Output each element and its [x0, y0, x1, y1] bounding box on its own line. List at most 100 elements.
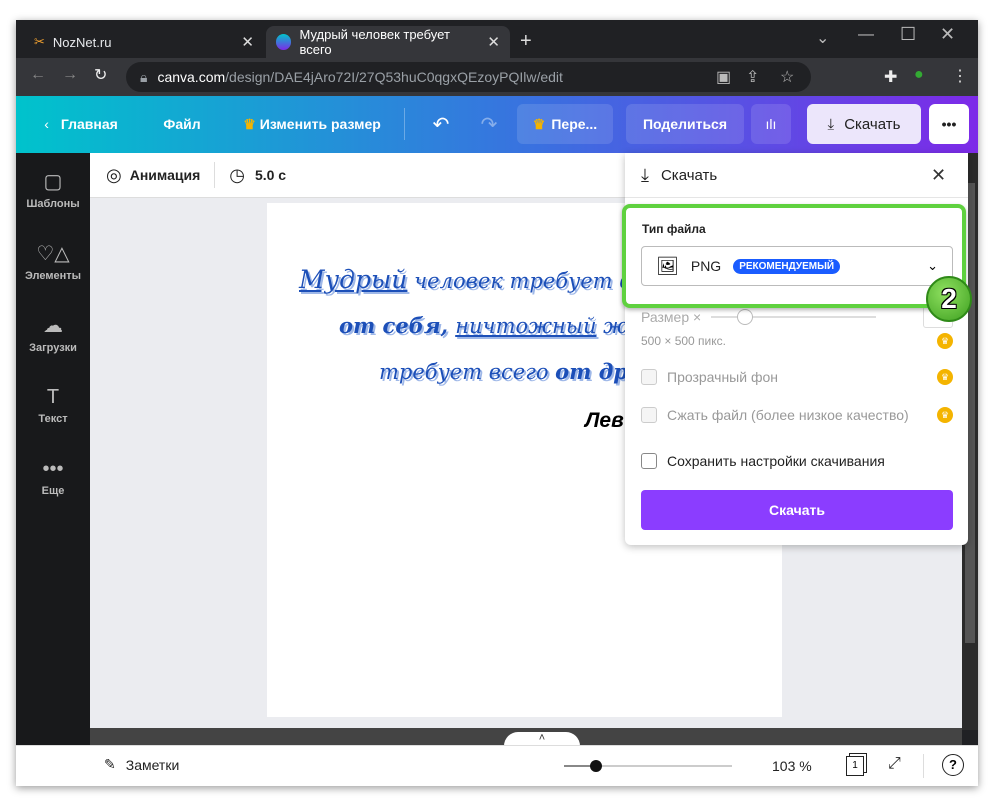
reload-icon[interactable]: ↻ [94, 65, 107, 85]
dims-row: 500 × 500 пикс. ♛ [641, 333, 953, 349]
transparent-bg-checkbox[interactable] [641, 369, 657, 385]
tab-noznet[interactable]: ✂ NozNet.ru ✕ [24, 26, 264, 58]
zoom-level[interactable]: 103 % [772, 758, 812, 774]
animation-icon: ◎ [106, 164, 122, 185]
tab-title: NozNet.ru [52, 34, 112, 50]
crown-icon: ♛ [937, 333, 953, 349]
quote-line-2: от себя, ничтожный же [339, 313, 639, 338]
menu-icon[interactable]: ⋮ [952, 66, 968, 86]
url-host: canva.com [157, 69, 226, 85]
download-submit-button[interactable]: Скачать [641, 490, 953, 530]
divider [214, 162, 216, 188]
file-type-label: Тип файла [642, 222, 706, 236]
download-icon: ⤓ [641, 165, 649, 185]
save-settings-option[interactable]: Сохранить настройки скачивания [641, 453, 953, 469]
transfer-button[interactable]: ♛ Пере... [517, 104, 613, 144]
divider [923, 754, 924, 778]
more-dots-icon: ••• [42, 457, 64, 480]
notes-button[interactable]: ✎ Заметки [104, 756, 179, 773]
download-label: Скачать [844, 115, 901, 133]
download-button[interactable]: ⤓ Скачать [807, 104, 921, 144]
close-tab-icon[interactable]: ✕ [241, 33, 254, 51]
tab-title: Мудрый человек требует всего [299, 27, 450, 57]
tab-search-icon[interactable]: ⌄ [816, 28, 829, 48]
pages-icon[interactable]: 1 [846, 756, 864, 776]
back-icon[interactable]: ← [30, 66, 46, 84]
file-button[interactable]: Файл [152, 104, 212, 144]
crown-icon: ♛ [243, 115, 256, 132]
zoom-slider[interactable] [564, 760, 732, 772]
more-button[interactable]: ••• [929, 104, 969, 144]
forward-icon[interactable]: → [62, 66, 78, 84]
crown-icon: ♛ [532, 115, 546, 132]
extensions-icon[interactable]: ✚ [884, 67, 897, 87]
tools-icon: ✂ [34, 34, 45, 49]
browser-window: ✂ NozNet.ru ✕ Мудрый человек требует всего… [16, 20, 978, 786]
quote-line-3: требует всего от дру [379, 359, 641, 384]
android-extension-icon[interactable]: ● [914, 66, 924, 84]
new-tab-icon[interactable]: + [520, 30, 532, 53]
chevron-left-icon: ‹ [44, 116, 49, 132]
quote-text: человек требует вс [407, 269, 644, 293]
size-label: Размер × [641, 309, 702, 325]
dimensions-text: 500 × 500 пикс. [641, 334, 726, 348]
home-button[interactable]: ‹ Главная [36, 104, 126, 144]
url-path: /design/DAE4jAro72I/27Q53huC0qgxQEzoyPQI… [225, 69, 563, 85]
sidebar-item-templates[interactable]: ▢ Шаблоны [16, 153, 90, 225]
share-button[interactable]: Поделиться [626, 104, 744, 144]
divider [625, 197, 968, 198]
file-type-select[interactable]: 🖼︎ PNG РЕКОМЕНДУЕМЫЙ ⌄ [641, 246, 953, 286]
minimize-icon[interactable]: — [858, 26, 874, 44]
resize-button[interactable]: ♛ Изменить размер [232, 104, 392, 144]
compress-option[interactable]: Сжать файл (более низкое качество) ♛ [641, 407, 953, 423]
templates-icon: ▢ [43, 170, 63, 193]
clock-icon: ◷ [229, 164, 245, 185]
size-row: Размер × [641, 306, 953, 328]
close-tab-icon[interactable]: ✕ [487, 33, 500, 51]
home-label: Главная [60, 116, 118, 132]
size-slider[interactable] [711, 309, 877, 325]
step-number-badge: 2 [926, 276, 972, 322]
redo-icon[interactable]: ↷ [474, 104, 504, 144]
sidebar-item-uploads[interactable]: ☁ Загрузки [16, 297, 90, 369]
editor-toolbar: ◎ Анимация ◷ 5.0 с [90, 153, 626, 198]
duration-button[interactable]: ◷ 5.0 с [229, 165, 286, 186]
animation-button[interactable]: ◎ Анимация [106, 165, 200, 186]
quote-author: Лев [585, 409, 624, 432]
chevron-down-icon: ⌄ [927, 258, 938, 273]
bottom-bar: ✎ Заметки 103 % 1 ⤢ ? [16, 745, 978, 786]
panel-header: ⤓ Скачать [641, 165, 717, 186]
bookmark-star-icon[interactable]: ☆ [780, 67, 794, 87]
divider [404, 108, 405, 140]
zoom-slider-handle[interactable] [590, 760, 602, 772]
size-slider-handle[interactable] [737, 309, 754, 325]
clipboard-icon[interactable]: ▣ [716, 67, 731, 87]
canva-icon [276, 34, 292, 50]
crown-icon: ♛ [937, 369, 953, 385]
analytics-icon[interactable]: ılı [751, 104, 791, 144]
sidebar-label: Еще [41, 484, 65, 497]
close-icon[interactable]: ✕ [931, 165, 946, 186]
close-window-icon[interactable]: ✕ [940, 24, 955, 45]
lock-icon: 🔒︎ [140, 68, 148, 85]
help-button[interactable]: ? [942, 754, 964, 776]
image-icon: 🖼︎ [656, 255, 679, 276]
fullscreen-icon[interactable]: ⤢ [888, 755, 901, 773]
tab-canva[interactable]: Мудрый человек требует всего ✕ [266, 26, 510, 58]
recommended-badge: РЕКОМЕНДУЕМЫЙ [733, 258, 841, 274]
url-input[interactable]: 🔒︎ canva.com/design/DAE4jAro72I/27Q53huC0… [126, 62, 811, 92]
quote-text: от себя, [339, 313, 456, 338]
elements-icon: ♡△ [36, 242, 70, 265]
transparent-bg-option[interactable]: Прозрачный фон ♛ [641, 369, 953, 385]
sidebar-item-text[interactable]: T Текст [16, 369, 90, 441]
sidebar-item-more[interactable]: ••• Еще [16, 441, 90, 513]
sidebar-item-elements[interactable]: ♡△ Элементы [16, 225, 90, 297]
compress-checkbox[interactable] [641, 407, 657, 423]
save-settings-checkbox[interactable] [641, 453, 657, 469]
sidebar-label: Шаблоны [26, 197, 80, 210]
maximize-icon[interactable]: ☐ [900, 24, 916, 45]
canva-header: ‹ Главная Файл ♛ Изменить размер ↶ ↷ ♛ Пере… [16, 96, 978, 153]
animation-label: Анимация [129, 167, 201, 183]
share-icon[interactable]: ⇪ [746, 67, 759, 87]
undo-icon[interactable]: ↶ [426, 104, 456, 144]
